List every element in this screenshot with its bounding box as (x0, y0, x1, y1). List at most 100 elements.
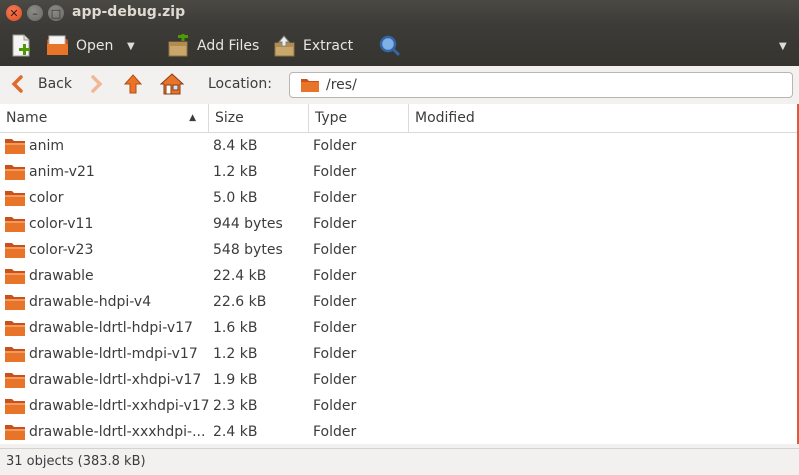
folder-icon (5, 295, 25, 310)
column-size-label: Size (215, 110, 244, 126)
folder-icon (5, 165, 25, 180)
table-row[interactable]: drawable-ldrtl-mdpi-v17 1.2 kB Folder (0, 341, 799, 367)
folder-icon (301, 79, 319, 92)
column-header-modified[interactable]: Modified (409, 104, 797, 132)
window-title: app-debug.zip (72, 4, 186, 20)
window-maximize-button[interactable]: □ (48, 5, 64, 21)
table-row[interactable]: drawable-ldrtl-xxxhdpi-... 2.4 kB Folder (0, 419, 799, 444)
cell-type: Folder (313, 164, 357, 180)
table-row[interactable]: anim-v21 1.2 kB Folder (0, 159, 799, 185)
file-rows: anim 8.4 kB Folder anim-v21 1.2 kB Folder colo… (0, 133, 799, 444)
cell-size: 2.4 kB (213, 424, 258, 440)
open-label: Open (76, 38, 114, 54)
cell-name: color (0, 189, 209, 207)
sort-ascending-icon: ▲ (189, 113, 196, 123)
cell-size: 22.6 kB (213, 294, 267, 310)
table-row[interactable]: drawable-hdpi-v4 22.6 kB Folder (0, 289, 799, 315)
open-dropdown-icon[interactable]: ▼ (127, 41, 135, 52)
file-name: drawable-ldrtl-hdpi-v17 (29, 320, 193, 336)
cell-name: drawable-ldrtl-mdpi-v17 (0, 345, 209, 363)
table-row[interactable]: drawable-ldrtl-hdpi-v17 1.6 kB Folder (0, 315, 799, 341)
file-name: anim (29, 138, 64, 154)
maximize-icon: □ (50, 6, 62, 20)
new-archive-button[interactable] (10, 34, 32, 58)
cell-size: 2.3 kB (213, 398, 258, 414)
window-close-button[interactable]: ✕ (6, 5, 22, 21)
table-row[interactable]: drawable-ldrtl-xhdpi-v17 1.9 kB Folder (0, 367, 799, 393)
cell-size: 944 bytes (213, 216, 283, 232)
table-row[interactable]: drawable 22.4 kB Folder (0, 263, 799, 289)
minimize-icon: – (32, 6, 38, 20)
cell-type: Folder (313, 424, 357, 440)
column-name-label: Name (6, 110, 48, 126)
column-header-type[interactable]: Type (309, 104, 409, 132)
file-name: drawable-ldrtl-xhdpi-v17 (29, 372, 202, 388)
add-files-button[interactable]: Add Files (167, 34, 259, 58)
back-button[interactable]: Back (10, 75, 72, 93)
cell-name: color-v11 (0, 215, 209, 233)
folder-icon (5, 191, 25, 206)
cell-type: Folder (313, 190, 357, 206)
cell-type: Folder (313, 138, 357, 154)
cell-name: drawable (0, 267, 209, 285)
home-button[interactable] (160, 72, 184, 96)
close-icon: ✕ (9, 6, 19, 20)
add-files-label: Add Files (197, 38, 260, 54)
forward-arrow-icon (91, 75, 103, 93)
cell-size: 1.2 kB (213, 164, 258, 180)
table-row[interactable]: drawable-ldrtl-xxhdpi-v17 2.3 kB Folder (0, 393, 799, 419)
file-name: drawable-ldrtl-mdpi-v17 (29, 346, 198, 362)
file-name: color-v11 (29, 216, 94, 232)
column-header-name[interactable]: Name ▲ (0, 104, 209, 132)
folder-icon (5, 321, 25, 336)
column-header-size[interactable]: Size (209, 104, 309, 132)
file-name: drawable-ldrtl-xxhdpi-v17 (29, 398, 209, 414)
find-button[interactable] (378, 34, 402, 58)
title-bar: ✕ – □ app-debug.zip (0, 0, 799, 26)
table-row[interactable]: color-v23 548 bytes Folder (0, 237, 799, 263)
extract-button[interactable]: Extract (273, 34, 353, 58)
open-archive-icon (47, 35, 68, 55)
folder-icon (5, 269, 25, 284)
open-button[interactable]: Open (46, 34, 113, 58)
forward-button[interactable] (90, 75, 104, 93)
cell-name: drawable-ldrtl-hdpi-v17 (0, 319, 209, 337)
cell-size: 1.2 kB (213, 346, 258, 362)
toolbar-overflow-icon[interactable]: ▼ (779, 41, 787, 52)
cell-size: 22.4 kB (213, 268, 267, 284)
location-field[interactable]: /res/ (289, 72, 793, 98)
table-row[interactable]: anim 8.4 kB Folder (0, 133, 799, 159)
cell-size: 1.9 kB (213, 372, 258, 388)
cell-type: Folder (313, 320, 357, 336)
cell-type: Folder (313, 268, 357, 284)
window-minimize-button[interactable]: – (27, 5, 43, 21)
file-list: Name ▲ Size Type Modified anim 8.4 kB Fold… (0, 104, 799, 444)
up-arrow-icon (123, 74, 143, 94)
file-name: drawable (29, 268, 94, 284)
cell-size: 1.6 kB (213, 320, 258, 336)
cell-name: drawable-ldrtl-xxhdpi-v17 (0, 397, 209, 415)
folder-icon (5, 373, 25, 388)
file-name: drawable-ldrtl-xxxhdpi-... (29, 424, 206, 440)
table-row[interactable]: color 5.0 kB Folder (0, 185, 799, 211)
cell-type: Folder (313, 346, 357, 362)
back-arrow-icon (11, 75, 23, 93)
cell-type: Folder (313, 294, 357, 310)
cell-name: anim-v21 (0, 163, 209, 181)
folder-icon (5, 217, 25, 232)
folder-icon (5, 243, 25, 258)
cell-size: 8.4 kB (213, 138, 258, 154)
cell-type: Folder (313, 398, 357, 414)
column-header-row: Name ▲ Size Type Modified (0, 104, 799, 133)
status-text: 31 objects (383.8 kB) (6, 454, 146, 469)
table-row[interactable]: color-v11 944 bytes Folder (0, 211, 799, 237)
file-name: color (29, 190, 64, 206)
up-button[interactable] (123, 73, 143, 95)
folder-icon (5, 347, 25, 362)
location-value: /res/ (326, 77, 357, 93)
folder-icon (5, 425, 25, 440)
navigation-bar: Back Location: /res/ (0, 66, 799, 105)
folder-icon (5, 399, 25, 414)
cell-type: Folder (313, 216, 357, 232)
toolbar: Open ▼ Add Files Extract ▼ (0, 26, 799, 66)
